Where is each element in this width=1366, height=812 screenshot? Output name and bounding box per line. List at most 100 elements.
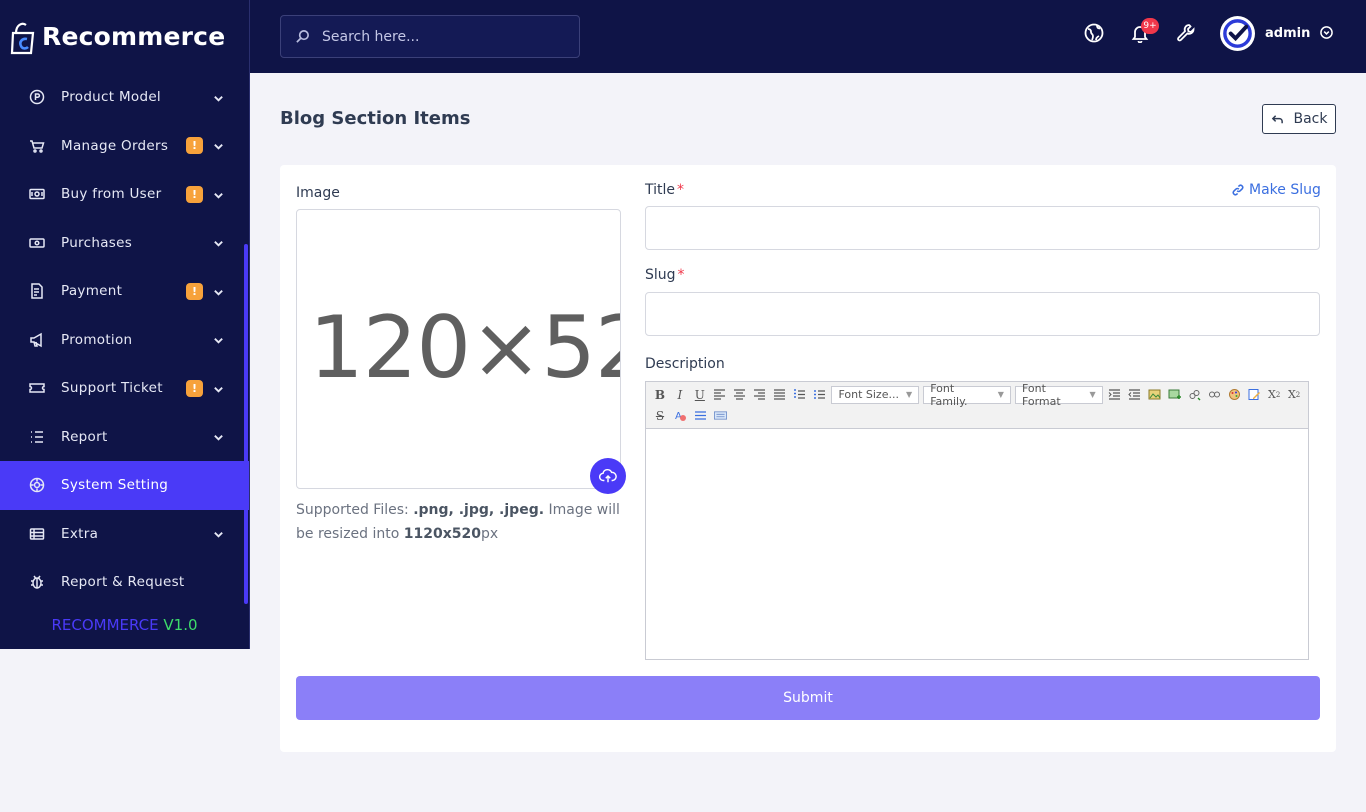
back-button[interactable]: Back bbox=[1262, 104, 1336, 134]
avatar-check-icon bbox=[1223, 19, 1252, 48]
back-button-label: Back bbox=[1293, 111, 1328, 127]
color-palette-icon[interactable] bbox=[1224, 385, 1244, 405]
outdent-icon[interactable] bbox=[1125, 385, 1145, 405]
cart-icon bbox=[29, 138, 45, 154]
sidebar-nav: Product Model Manage Orders ! Buy from U… bbox=[0, 73, 249, 607]
list-icon bbox=[29, 429, 45, 445]
title-input[interactable] bbox=[645, 206, 1320, 250]
link-insert-icon[interactable] bbox=[1184, 385, 1204, 405]
font-size-select[interactable]: Font Size... ▼ bbox=[831, 385, 920, 404]
sidebar-item-label: System Setting bbox=[61, 477, 169, 494]
topbar: 9+ admin bbox=[250, 0, 1366, 73]
sidebar-item-support-ticket[interactable]: Support Ticket ! bbox=[0, 364, 249, 413]
sidebar: Recommerce Product Model Manage Orders !… bbox=[0, 0, 250, 649]
globe-icon[interactable] bbox=[1083, 22, 1105, 44]
link-icon bbox=[1232, 184, 1244, 196]
description-editor-area[interactable] bbox=[646, 429, 1308, 659]
sidebar-item-purchases[interactable]: Purchases bbox=[0, 219, 249, 268]
chevron-down-icon bbox=[213, 334, 224, 345]
indent-icon[interactable] bbox=[1105, 385, 1125, 405]
insert-image-icon[interactable] bbox=[1145, 385, 1165, 405]
sidebar-item-system-setting[interactable]: System Setting bbox=[0, 461, 249, 510]
dropdown-arrow-icon: ▼ bbox=[997, 390, 1004, 399]
notifications-bell-icon[interactable]: 9+ bbox=[1129, 18, 1159, 44]
unlink-icon[interactable] bbox=[1204, 385, 1224, 405]
image-placeholder-text: 120×52 bbox=[309, 298, 621, 398]
subscript-icon[interactable]: X2 bbox=[1264, 385, 1284, 405]
search-icon bbox=[296, 30, 309, 43]
alert-badge: ! bbox=[186, 379, 203, 397]
edit-html-icon[interactable] bbox=[1244, 385, 1264, 405]
page-title: Blog Section Items bbox=[280, 108, 471, 129]
sidebar-scrollbar[interactable] bbox=[244, 244, 248, 604]
sidebar-item-promotion[interactable]: Promotion bbox=[0, 316, 249, 365]
description-label: Description bbox=[645, 356, 725, 372]
remove-format-icon[interactable]: A bbox=[670, 406, 690, 426]
upload-image-button[interactable] bbox=[590, 458, 626, 494]
chevron-down-icon bbox=[213, 237, 224, 248]
sidebar-item-extra[interactable]: Extra bbox=[0, 510, 249, 559]
avatar bbox=[1220, 16, 1255, 51]
user-name: admin bbox=[1265, 26, 1311, 41]
sidebar-item-label: Report & Request bbox=[61, 574, 185, 591]
underline-icon[interactable]: U bbox=[690, 385, 710, 405]
alert-badge: ! bbox=[186, 137, 203, 155]
dropdown-arrow-icon: ▼ bbox=[906, 390, 913, 399]
alert-badge: ! bbox=[186, 282, 203, 300]
sidebar-item-manage-orders[interactable]: Manage Orders ! bbox=[0, 122, 249, 171]
slug-input[interactable] bbox=[645, 292, 1320, 336]
unordered-list-icon[interactable] bbox=[810, 385, 830, 405]
brand-logo-icon bbox=[10, 19, 38, 55]
chevron-down-icon bbox=[213, 383, 224, 394]
align-right-icon[interactable] bbox=[750, 385, 770, 405]
version-brand: RECOMMERCE bbox=[51, 616, 159, 634]
title-label: Title * bbox=[645, 182, 685, 198]
align-justify-icon[interactable] bbox=[770, 385, 790, 405]
back-arrow-icon bbox=[1271, 114, 1283, 123]
chevron-down-icon bbox=[213, 189, 224, 200]
superscript-icon[interactable]: X2 bbox=[1284, 385, 1304, 405]
editor-toolbar: B I U Font Size... ▼ Font Family. ▼ Font F… bbox=[646, 382, 1308, 429]
image-label: Image bbox=[296, 185, 340, 201]
ordered-list-icon[interactable] bbox=[790, 385, 810, 405]
horizontal-rule-icon[interactable] bbox=[690, 406, 710, 426]
user-menu[interactable]: admin bbox=[1220, 16, 1334, 51]
brand-name: Recommerce bbox=[42, 22, 226, 51]
required-mark: * bbox=[677, 267, 685, 283]
insert-media-icon[interactable] bbox=[1165, 385, 1185, 405]
bold-icon[interactable]: B bbox=[650, 385, 670, 405]
sidebar-item-report[interactable]: Report bbox=[0, 413, 249, 462]
search-input[interactable] bbox=[322, 28, 562, 45]
search-box[interactable] bbox=[280, 15, 580, 58]
alert-badge: ! bbox=[186, 185, 203, 203]
sidebar-item-report-request[interactable]: Report & Request bbox=[0, 558, 249, 607]
html-source-icon[interactable] bbox=[710, 406, 730, 426]
align-center-icon[interactable] bbox=[730, 385, 750, 405]
strikethrough-icon[interactable]: S bbox=[650, 406, 670, 426]
font-family-select[interactable]: Font Family. ▼ bbox=[923, 382, 1011, 408]
cash-icon bbox=[29, 186, 45, 202]
version-label: RECOMMERCE V1.0 bbox=[0, 616, 249, 634]
sidebar-item-payment[interactable]: Payment ! bbox=[0, 267, 249, 316]
dropdown-arrow-icon: ▼ bbox=[1089, 390, 1096, 399]
wrench-icon[interactable] bbox=[1175, 22, 1197, 44]
italic-icon[interactable]: I bbox=[670, 385, 690, 405]
grid-icon bbox=[29, 526, 45, 542]
ticket-icon bbox=[29, 380, 45, 396]
submit-button[interactable]: Submit bbox=[296, 676, 1320, 720]
image-preview[interactable]: 120×52 bbox=[296, 209, 621, 489]
settings-icon bbox=[29, 477, 45, 493]
rich-text-editor: B I U Font Size... ▼ Font Family. ▼ Font F… bbox=[645, 381, 1309, 660]
font-format-select[interactable]: Font Format ▼ bbox=[1014, 382, 1103, 408]
chevron-down-icon bbox=[213, 286, 224, 297]
chevron-down-icon bbox=[213, 431, 224, 442]
sidebar-item-buy-from-user[interactable]: Buy from User ! bbox=[0, 170, 249, 219]
align-left-icon[interactable] bbox=[710, 385, 730, 405]
bug-icon bbox=[29, 574, 45, 590]
chevron-down-icon bbox=[213, 140, 224, 151]
brand[interactable]: Recommerce bbox=[0, 0, 249, 73]
chevron-down-icon bbox=[213, 92, 224, 103]
supported-files-note: Supported Files: .png, .jpg, .jpeg. Imag… bbox=[296, 502, 620, 542]
sidebar-item-product-model[interactable]: Product Model bbox=[0, 73, 249, 122]
make-slug-link[interactable]: Make Slug bbox=[1232, 182, 1321, 198]
